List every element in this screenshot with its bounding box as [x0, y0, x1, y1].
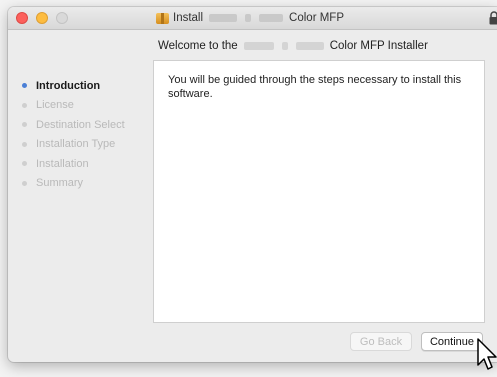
step-label: Destination Select — [36, 118, 125, 131]
window-title: Install Color MFP — [156, 11, 344, 25]
heading-suffix: Color MFP Installer — [329, 40, 428, 52]
step-bullet — [22, 161, 27, 167]
window-title-suffix: Color MFP — [289, 12, 344, 24]
step-installation-type: Installation Type — [22, 135, 125, 155]
zoom-window-button[interactable] — [56, 12, 68, 24]
step-bullet — [22, 180, 27, 186]
step-summary: Summary — [22, 174, 125, 194]
redacted-text — [281, 42, 288, 50]
step-label: Installation Type — [36, 138, 116, 151]
go-back-button[interactable]: Go Back — [350, 332, 412, 351]
redacted-text — [243, 42, 274, 50]
installer-heading: Welcome to the Color MFP Installer — [158, 40, 428, 52]
redacted-text — [259, 14, 284, 22]
package-icon — [156, 12, 169, 24]
step-bullet — [22, 122, 27, 128]
mouse-pointer-icon — [477, 338, 497, 370]
step-label: Introduction — [36, 79, 101, 92]
step-bullet — [22, 102, 27, 108]
intro-text: You will be guided through the steps nec… — [168, 74, 462, 100]
step-bullet — [22, 141, 27, 147]
lock-icon — [489, 11, 497, 25]
window-title-prefix: Install — [173, 12, 204, 24]
step-installation: Installation — [22, 154, 125, 174]
step-introduction: Introduction — [22, 76, 125, 96]
step-bullet — [22, 83, 27, 89]
step-list: Introduction License Destination Select … — [22, 76, 125, 193]
close-window-button[interactable] — [16, 12, 28, 24]
content-pane: You will be guided through the steps nec… — [153, 60, 485, 323]
redacted-text — [295, 42, 324, 50]
title-bar[interactable]: Install Color MFP — [8, 7, 497, 30]
minimize-window-button[interactable] — [36, 12, 48, 24]
continue-button[interactable]: Continue — [421, 332, 483, 351]
step-label: License — [36, 99, 74, 112]
step-label: Summary — [36, 177, 84, 190]
heading-prefix: Welcome to the — [158, 40, 238, 52]
installer-window: Install Color MFP Welcome to the Color M… — [8, 7, 497, 362]
redacted-text — [209, 14, 238, 22]
step-label: Installation — [36, 157, 89, 170]
step-license: License — [22, 96, 125, 116]
step-destination-select: Destination Select — [22, 115, 125, 135]
redacted-text — [245, 14, 252, 22]
